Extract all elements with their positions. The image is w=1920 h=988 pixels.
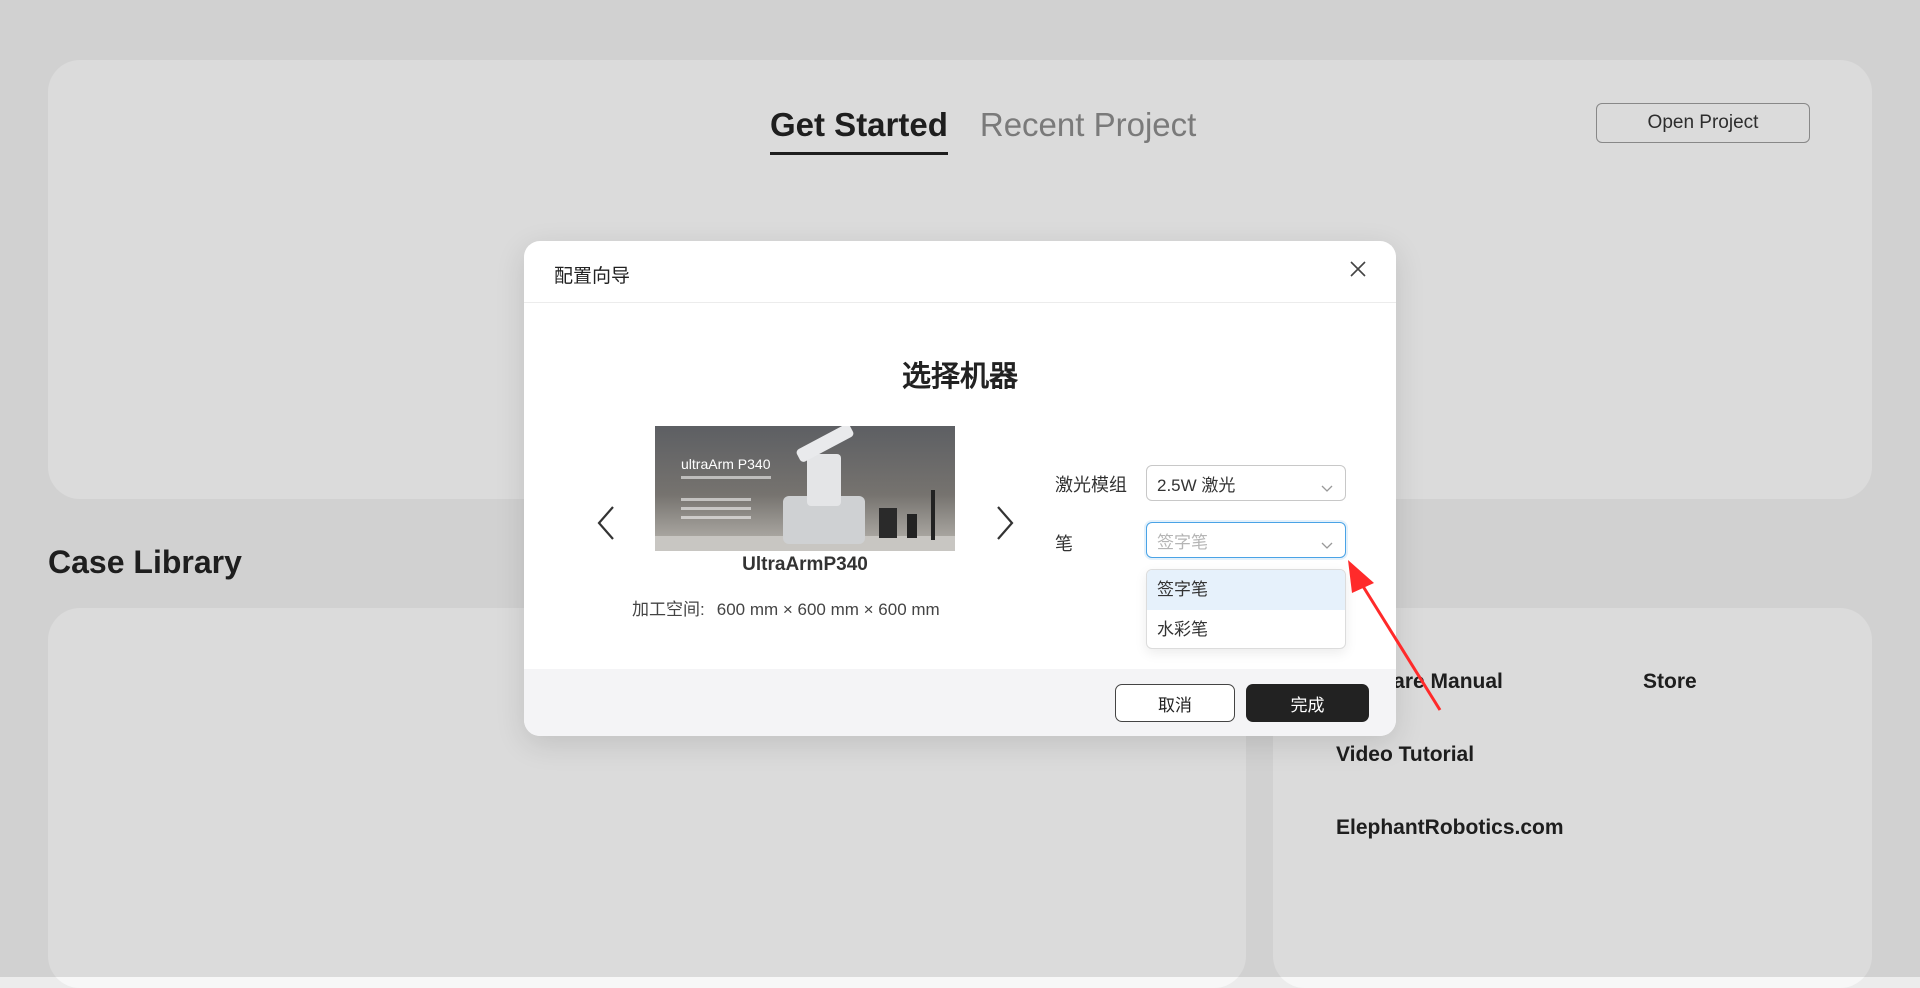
pen-select[interactable]: 签字笔 xyxy=(1146,522,1346,558)
pen-placeholder: 签字笔 xyxy=(1157,532,1208,552)
pen-label: 笔 xyxy=(1055,534,1073,554)
annotation-arrow xyxy=(1348,560,1442,711)
machine-image-caption: ultraArm P340 xyxy=(681,456,771,472)
space-value: 600 mm × 600 mm × 600 mm xyxy=(716,600,940,619)
laser-module-label: 激光模组 xyxy=(1055,475,1127,495)
chevron-down-icon xyxy=(1321,478,1333,498)
pen-option-signature[interactable]: 签字笔 xyxy=(1147,570,1345,610)
cancel-button[interactable]: 取消 xyxy=(1115,684,1235,722)
space-label: 加工空间: xyxy=(632,600,705,619)
laser-module-select[interactable]: 2.5W 激光 xyxy=(1146,465,1346,501)
machine-name: UltraArmP340 xyxy=(742,554,868,575)
chevron-left-icon[interactable] xyxy=(588,499,624,547)
chevron-down-icon xyxy=(1321,535,1333,555)
machine-space: 加工空间: 600 mm × 600 mm × 600 mm xyxy=(632,595,940,620)
machine-image: ultraArm P340 xyxy=(655,426,955,551)
close-icon[interactable] xyxy=(1346,257,1370,281)
dialog-heading: 选择机器 xyxy=(901,361,1018,393)
config-wizard-dialog: 配置向导 选择机器 ultraArm P340 UltraArmP340 加工空… xyxy=(524,241,1396,736)
dialog-title: 配置向导 xyxy=(554,266,631,287)
pen-dropdown: 签字笔 水彩笔 xyxy=(1146,569,1346,649)
pen-option-watercolor[interactable]: 水彩笔 xyxy=(1147,610,1345,648)
laser-module-value: 2.5W 激光 xyxy=(1157,475,1236,495)
dialog-header: 配置向导 xyxy=(524,241,1396,303)
chevron-right-icon[interactable] xyxy=(987,499,1023,547)
